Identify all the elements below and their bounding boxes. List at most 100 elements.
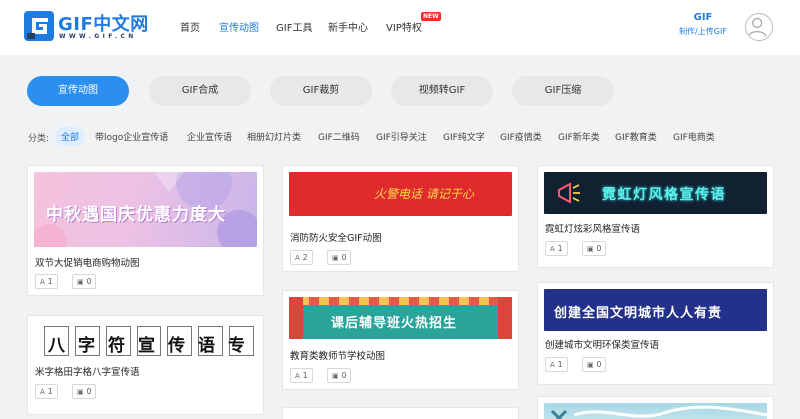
font-icon: A bbox=[295, 254, 300, 262]
image-count[interactable]: ▣ 0 bbox=[582, 241, 607, 256]
decor-pattern bbox=[550, 405, 767, 419]
bunting-decor bbox=[289, 297, 512, 305]
filter-gif-ecommerce[interactable]: GIF电商类 bbox=[673, 130, 715, 143]
like-count[interactable]: A1 bbox=[545, 357, 568, 372]
top-header: GIF中文网 WWW.GIF.CN 首页 宣传动图 GIF工具 新手中心 VIP… bbox=[0, 0, 800, 55]
image-count[interactable]: ▣ 0 bbox=[327, 368, 352, 383]
like-count[interactable]: A1 bbox=[290, 368, 313, 383]
filter-gif-qrcode[interactable]: GIF二维码 bbox=[318, 130, 360, 143]
user-icon bbox=[748, 17, 767, 37]
logo-domain: WWW.GIF.CN bbox=[59, 33, 137, 40]
upload-title: GIF bbox=[693, 12, 713, 23]
image-count[interactable]: ▣ 0 bbox=[582, 357, 607, 372]
card-thumbnail: 中秋遇国庆优惠力度大 bbox=[34, 172, 257, 247]
like-value: 1 bbox=[47, 277, 53, 286]
card-fire-safety[interactable]: 火警电话 请记于心 消防防火安全GIF动图 A2 ▣ 0 bbox=[282, 165, 519, 272]
thumb-text: 火警电话 请记于心 bbox=[374, 187, 474, 201]
like-count[interactable]: A1 bbox=[35, 274, 58, 289]
card-thumbnail bbox=[544, 403, 767, 419]
font-icon: A bbox=[40, 278, 45, 286]
image-icon: ▣ bbox=[77, 278, 84, 286]
like-value: 1 bbox=[557, 360, 563, 369]
filter-logo-slogan[interactable]: 带logo企业宣传语 bbox=[95, 130, 168, 143]
image-count[interactable]: ▣ 0 bbox=[327, 250, 352, 265]
card-partial[interactable] bbox=[537, 396, 774, 419]
image-value: 0 bbox=[596, 244, 602, 253]
tab-promo-gif[interactable]: 宣传动图 bbox=[27, 76, 129, 106]
image-icon: ▣ bbox=[77, 388, 84, 396]
card-title[interactable]: 教育类教师节学校动图 bbox=[290, 348, 385, 362]
nav-promo-gif[interactable]: 宣传动图 bbox=[219, 19, 259, 34]
font-icon: A bbox=[550, 245, 555, 253]
card-thumbnail: 课后辅导班火热招生 bbox=[289, 297, 512, 339]
card-title[interactable]: 消防防火安全GIF动图 bbox=[290, 230, 382, 244]
font-icon: A bbox=[550, 361, 555, 369]
image-icon: ▣ bbox=[587, 245, 594, 253]
filter-gif-education[interactable]: GIF教育类 bbox=[615, 130, 657, 143]
like-count[interactable]: A2 bbox=[290, 250, 313, 265]
card-title[interactable]: 创建城市文明环保类宣传语 bbox=[545, 337, 659, 351]
like-count[interactable]: A1 bbox=[545, 241, 568, 256]
card-thumbnail: 八字符宣传语专用 bbox=[34, 322, 257, 360]
image-value: 0 bbox=[341, 371, 347, 380]
thumb-text: 创建全国文明城市人人有责 bbox=[554, 306, 723, 321]
card-title[interactable]: 米字格田字格八字宣传语 bbox=[35, 364, 140, 378]
tab-video-to-gif[interactable]: 视频转GIF bbox=[391, 76, 493, 106]
nav-home[interactable]: 首页 bbox=[180, 19, 200, 34]
upload-subtitle: 制作/上传GIF bbox=[679, 27, 727, 36]
card-neon[interactable]: 霓虹灯风格宣传语 霓虹灯炫彩风格宣传语 A1 ▣ 0 bbox=[537, 165, 774, 268]
card-grid-slogan[interactable]: 八字符宣传语专用 米字格田字格八字宣传语 A1 ▣0 bbox=[27, 315, 264, 415]
tab-gif-crop[interactable]: GIF裁剪 bbox=[270, 76, 372, 106]
megaphone-icon bbox=[558, 182, 580, 204]
filter-all[interactable]: 全部 bbox=[55, 127, 86, 146]
card-title[interactable]: 双节大促销电商购物动图 bbox=[35, 255, 140, 269]
like-value: 1 bbox=[47, 387, 53, 396]
image-value: 0 bbox=[86, 387, 92, 396]
thumb-text: 八字符宣传语专用 bbox=[48, 336, 257, 356]
tab-gif-compose[interactable]: GIF合成 bbox=[149, 76, 251, 106]
image-value: 0 bbox=[596, 360, 602, 369]
tab-gif-compress[interactable]: GIF压缩 bbox=[512, 76, 614, 106]
site-logo[interactable]: GIF中文网 WWW.GIF.CN bbox=[24, 9, 154, 43]
thumb-text: 课后辅导班火热招生 bbox=[331, 316, 458, 331]
font-icon: A bbox=[40, 388, 45, 396]
image-icon: ▣ bbox=[332, 372, 339, 380]
like-value: 2 bbox=[302, 253, 308, 262]
like-count[interactable]: A1 bbox=[35, 384, 58, 399]
filter-gif-text[interactable]: GIF纯文字 bbox=[443, 130, 485, 143]
image-value: 0 bbox=[86, 277, 92, 286]
nav-vip[interactable]: VIP特权 bbox=[386, 19, 422, 34]
filter-gif-newyear[interactable]: GIF新年类 bbox=[558, 130, 600, 143]
card-thumbnail: 创建全国文明城市人人有责 bbox=[544, 289, 767, 331]
filter-album-slideshow[interactable]: 相册幻灯片类 bbox=[247, 130, 301, 143]
card-education[interactable]: 课后辅导班火热招生 教育类教师节学校动图 A1 ▣ 0 bbox=[282, 290, 519, 390]
nav-beginner-center[interactable]: 新手中心 bbox=[328, 19, 368, 34]
new-badge: NEW bbox=[421, 12, 441, 21]
image-icon: ▣ bbox=[332, 254, 339, 262]
card-civilized-city[interactable]: 创建全国文明城市人人有责 创建城市文明环保类宣传语 A1 ▣ 0 bbox=[537, 282, 774, 385]
image-count[interactable]: ▣ 0 bbox=[72, 384, 97, 399]
card-thumbnail: 霓虹灯风格宣传语 bbox=[544, 172, 767, 214]
curtain-right bbox=[498, 297, 512, 339]
filter-label: 分类: bbox=[28, 134, 50, 144]
thumb-text: 霓虹灯风格宣传语 bbox=[602, 187, 726, 203]
thumb-text: 中秋遇国庆优惠力度大 bbox=[46, 205, 226, 225]
avatar[interactable] bbox=[745, 13, 773, 41]
image-count[interactable]: ▣ 0 bbox=[72, 274, 97, 289]
card-double-festival[interactable]: 中秋遇国庆优惠力度大 双节大促销电商购物动图 A1 ▣ 0 bbox=[27, 165, 264, 296]
filter-gif-epidemic[interactable]: GIF疫情类 bbox=[500, 130, 542, 143]
curtain-left bbox=[289, 297, 303, 339]
card-thumbnail: 火警电话 请记于心 bbox=[289, 172, 512, 216]
card-partial[interactable] bbox=[282, 407, 519, 419]
like-value: 1 bbox=[557, 244, 563, 253]
card-title[interactable]: 霓虹灯炫彩风格宣传语 bbox=[545, 221, 640, 235]
filter-company-slogan[interactable]: 企业宣传语 bbox=[187, 130, 232, 143]
like-value: 1 bbox=[302, 371, 308, 380]
logo-mark-icon bbox=[24, 11, 54, 41]
filter-gif-follow[interactable]: GIF引导关注 bbox=[376, 130, 427, 143]
nav-gif-tools[interactable]: GIF工具 bbox=[276, 19, 312, 34]
image-icon: ▣ bbox=[587, 361, 594, 369]
font-icon: A bbox=[295, 372, 300, 380]
upload-gif-link[interactable]: GIF 制作/上传GIF bbox=[672, 12, 734, 37]
image-value: 0 bbox=[341, 253, 347, 262]
